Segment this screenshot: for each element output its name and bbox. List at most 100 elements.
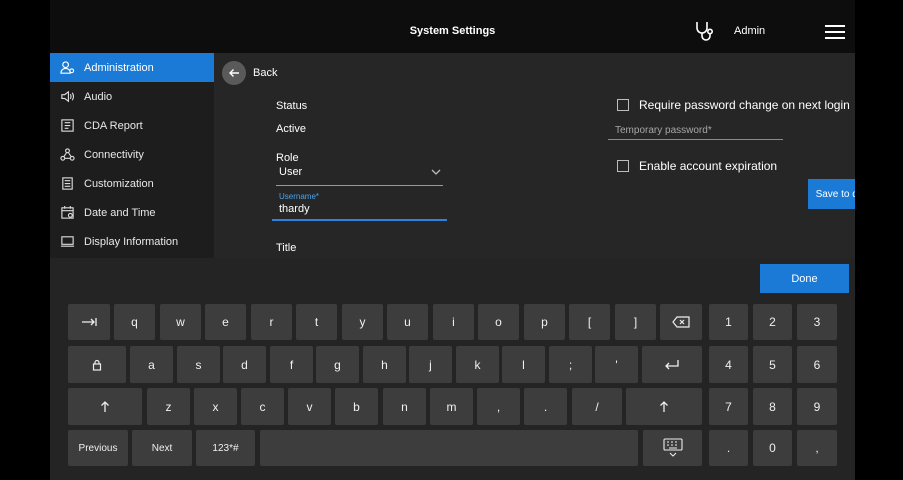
network-icon: [60, 148, 75, 161]
next-key[interactable]: Next: [132, 430, 192, 466]
sidebar-item-label: CDA Report: [84, 119, 143, 132]
numpad-key-9[interactable]: 9: [797, 388, 837, 425]
numpad-key-5[interactable]: 5: [753, 346, 792, 383]
key-apostrophe[interactable]: ': [595, 346, 638, 383]
key-k[interactable]: k: [456, 346, 499, 383]
key-slash[interactable]: /: [572, 388, 622, 425]
numpad-key-comma[interactable]: ,: [797, 430, 837, 466]
key-q[interactable]: q: [114, 304, 155, 340]
sidebar: Administration Audio CDA Report Connecti…: [50, 53, 214, 258]
key-v[interactable]: v: [288, 388, 331, 425]
tab-icon: [82, 318, 97, 326]
role-select[interactable]: User: [276, 166, 443, 186]
numpad-key-1[interactable]: 1: [709, 304, 748, 340]
checkbox-box: [617, 99, 629, 111]
key-n[interactable]: n: [383, 388, 426, 425]
numpad-key-6[interactable]: 6: [797, 346, 837, 383]
caps-lock-key[interactable]: [68, 346, 126, 383]
monitor-icon: [60, 236, 75, 247]
key-t[interactable]: t: [296, 304, 337, 340]
save-to-database-button[interactable]: Save to database: [808, 179, 855, 209]
numpad-key-8[interactable]: 8: [753, 388, 792, 425]
key-f[interactable]: f: [270, 346, 313, 383]
sidebar-item-label: Customization: [84, 177, 154, 190]
tab-key[interactable]: [68, 304, 110, 340]
key-b[interactable]: b: [335, 388, 378, 425]
back-button[interactable]: Back: [222, 61, 277, 85]
sidebar-item-cda-report[interactable]: CDA Report: [50, 111, 214, 140]
temporary-password-placeholder: Temporary password*: [615, 125, 712, 136]
key-c[interactable]: c: [241, 388, 284, 425]
customization-icon: [62, 177, 73, 190]
key-comma[interactable]: ,: [477, 388, 520, 425]
sidebar-item-administration[interactable]: Administration: [50, 53, 214, 82]
temporary-password-field[interactable]: Temporary password*: [608, 124, 783, 140]
key-u[interactable]: u: [387, 304, 428, 340]
key-right-bracket[interactable]: ]: [615, 304, 656, 340]
back-label: Back: [253, 67, 278, 79]
key-r[interactable]: r: [251, 304, 292, 340]
hamburger-menu-icon[interactable]: [825, 25, 845, 39]
space-bar[interactable]: [260, 430, 638, 466]
sidebar-item-audio[interactable]: Audio: [50, 82, 214, 111]
sidebar-item-date-and-time[interactable]: Date and Time: [50, 198, 214, 227]
symbols-key[interactable]: 123*#: [196, 430, 255, 466]
require-password-change-label: Require password change on next login: [639, 98, 850, 112]
key-left-bracket[interactable]: [: [569, 304, 610, 340]
key-a[interactable]: a: [130, 346, 173, 383]
numpad-key-2[interactable]: 2: [753, 304, 792, 340]
enter-icon: [665, 359, 679, 369]
key-i[interactable]: i: [433, 304, 474, 340]
shift-key-left[interactable]: [68, 388, 142, 425]
shift-arrow-icon: [660, 400, 668, 412]
numpad-key-0[interactable]: 0: [753, 430, 792, 466]
backspace-key[interactable]: [660, 304, 702, 340]
key-j[interactable]: j: [409, 346, 452, 383]
done-button[interactable]: Done: [760, 264, 849, 293]
backspace-icon: [672, 316, 690, 328]
sidebar-item-label: Administration: [84, 61, 154, 74]
key-o[interactable]: o: [478, 304, 519, 340]
admin-user-icon: [60, 61, 75, 74]
checkbox-box: [617, 160, 629, 172]
require-password-change-checkbox[interactable]: Require password change on next login: [617, 98, 850, 112]
key-period[interactable]: .: [524, 388, 567, 425]
key-semicolon[interactable]: ;: [549, 346, 592, 383]
numpad-key-3[interactable]: 3: [797, 304, 837, 340]
speaker-icon: [61, 90, 75, 103]
key-p[interactable]: p: [524, 304, 565, 340]
shift-key-right[interactable]: [626, 388, 702, 425]
key-l[interactable]: l: [502, 346, 545, 383]
role-value: User: [279, 166, 303, 178]
sidebar-item-customization[interactable]: Customization: [50, 169, 214, 198]
enable-account-expiration-checkbox[interactable]: Enable account expiration: [617, 159, 777, 173]
sidebar-item-connectivity[interactable]: Connectivity: [50, 140, 214, 169]
numpad-key-period[interactable]: .: [709, 430, 748, 466]
app-window: System Settings Admin Administration Aud…: [50, 0, 855, 480]
numpad-key-7[interactable]: 7: [709, 388, 748, 425]
key-m[interactable]: m: [430, 388, 473, 425]
key-y[interactable]: y: [342, 304, 383, 340]
key-z[interactable]: z: [147, 388, 190, 425]
stethoscope-icon: [696, 22, 714, 41]
username-value: thardy: [279, 203, 310, 215]
key-e[interactable]: e: [205, 304, 246, 340]
username-field[interactable]: Username* thardy: [272, 190, 447, 221]
chevron-down-icon: [431, 169, 441, 175]
sidebar-item-display-information[interactable]: Display Information: [50, 227, 214, 256]
title-label: Title: [276, 242, 297, 254]
enter-key[interactable]: [642, 346, 702, 383]
sidebar-item-label: Display Information: [84, 235, 179, 248]
report-icon: [61, 119, 74, 132]
previous-key[interactable]: Previous: [68, 430, 128, 466]
key-g[interactable]: g: [316, 346, 359, 383]
lock-icon: [92, 359, 102, 371]
key-d[interactable]: d: [223, 346, 266, 383]
key-s[interactable]: s: [177, 346, 220, 383]
key-w[interactable]: w: [160, 304, 201, 340]
user-edit-panel: Back Status Active Role User Username* t…: [214, 53, 855, 258]
numpad-key-4[interactable]: 4: [709, 346, 748, 383]
key-x[interactable]: x: [194, 388, 237, 425]
hide-keyboard-key[interactable]: [643, 430, 702, 466]
key-h[interactable]: h: [363, 346, 406, 383]
